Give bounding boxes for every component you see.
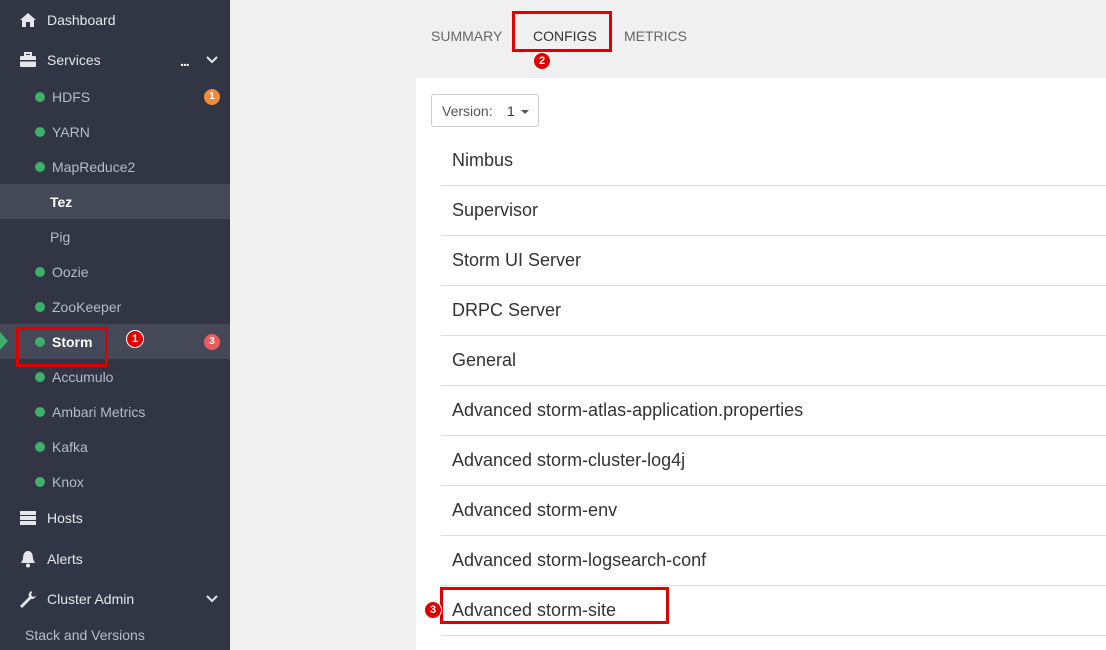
alert-count-badge: 3 [204, 333, 220, 350]
config-section-row[interactable]: General [441, 336, 1106, 386]
service-label: Knox [52, 473, 84, 490]
nav-cluster-admin-label: Cluster Admin [47, 591, 135, 607]
nav-dashboard-label: Dashboard [47, 12, 116, 28]
configs-panel: Version: 1 Nimbus Supervisor Storm UI Se… [416, 78, 1106, 650]
nav-services-label: Services [47, 52, 101, 68]
service-label: Oozie [52, 263, 89, 280]
nav-cluster-admin[interactable]: Cluster Admin [0, 579, 230, 619]
status-ok-icon [35, 441, 45, 452]
annotation-marker-2: 2 [533, 52, 551, 70]
version-label: Version: [442, 102, 493, 119]
service-tez[interactable]: Tez [0, 184, 230, 219]
tab-metrics[interactable]: METRICS [624, 28, 687, 44]
caret-down-icon [521, 110, 529, 114]
status-ok-icon [35, 476, 45, 487]
tab-summary[interactable]: SUMMARY [431, 28, 502, 44]
chevron-down-icon[interactable] [204, 52, 220, 68]
nav-hosts[interactable]: Hosts [0, 498, 230, 538]
wrench-icon [19, 590, 37, 608]
service-label: HDFS [52, 88, 91, 105]
config-section-row[interactable]: Storm UI Server [441, 236, 1106, 286]
nav-alerts-label: Alerts [47, 551, 83, 567]
service-kafka[interactable]: Kafka [0, 429, 230, 464]
service-tabs: SUMMARY CONFIGS METRICS 2 [416, 0, 1106, 78]
service-zookeeper[interactable]: ZooKeeper [0, 289, 230, 324]
config-section-row[interactable]: Nimbus [441, 136, 1106, 186]
service-hdfs[interactable]: HDFS 1 [0, 79, 230, 114]
service-oozie[interactable]: Oozie [0, 254, 230, 289]
version-value: 1 [507, 102, 515, 119]
status-ok-icon [35, 91, 45, 102]
service-knox[interactable]: Knox [0, 464, 230, 499]
bell-icon [19, 550, 37, 568]
status-ok-icon [35, 266, 45, 277]
nav-stack-versions[interactable]: Stack and Versions [25, 627, 145, 643]
service-label: Accumulo [52, 368, 114, 385]
annotation-box-3 [440, 587, 669, 624]
nav-services[interactable]: Services ... [0, 40, 230, 80]
more-actions-icon[interactable]: ... [180, 54, 190, 68]
status-ok-icon [35, 301, 45, 312]
status-ok-icon [35, 406, 45, 417]
config-section-row[interactable]: Advanced storm-env [441, 486, 1106, 536]
annotation-box-1 [16, 327, 108, 367]
briefcase-icon [19, 51, 37, 69]
config-section-row[interactable]: DRPC Server [441, 286, 1106, 336]
service-label: Tez [50, 193, 73, 210]
sidebar: Dashboard Services ... HDFS 1 YARN MapRe… [0, 0, 230, 650]
config-section-list: Nimbus Supervisor Storm UI Server DRPC S… [441, 136, 1106, 636]
service-mapreduce2[interactable]: MapReduce2 [0, 149, 230, 184]
nav-dashboard[interactable]: Dashboard [0, 0, 230, 40]
nav-hosts-label: Hosts [47, 510, 83, 526]
service-label: MapReduce2 [52, 158, 136, 175]
annotation-marker-3: 3 [424, 601, 442, 619]
service-label: Kafka [52, 438, 88, 455]
status-ok-icon [35, 161, 45, 172]
service-label: Pig [50, 228, 71, 245]
status-ok-icon [35, 126, 45, 137]
config-section-row[interactable]: Advanced storm-logsearch-conf [441, 536, 1106, 586]
service-label: Ambari Metrics [52, 403, 146, 420]
nav-alerts[interactable]: Alerts [0, 539, 230, 579]
annotation-marker-1: 1 [126, 330, 144, 348]
annotation-box-2 [512, 11, 612, 52]
service-ambari-metrics[interactable]: Ambari Metrics [0, 394, 230, 429]
config-section-row[interactable]: Advanced storm-atlas-application.propert… [441, 386, 1106, 436]
version-dropdown[interactable]: Version: 1 [431, 94, 539, 127]
service-label: YARN [52, 123, 90, 140]
config-section-row[interactable]: Advanced storm-cluster-log4j [441, 436, 1106, 486]
service-label: ZooKeeper [52, 298, 122, 315]
alert-count-badge: 1 [204, 88, 220, 105]
service-yarn[interactable]: YARN [0, 114, 230, 149]
home-icon [19, 11, 37, 29]
chevron-down-icon[interactable] [204, 591, 220, 607]
selected-indicator [0, 332, 8, 350]
server-icon [19, 509, 37, 527]
status-ok-icon [35, 371, 45, 382]
config-section-row[interactable]: Supervisor [441, 186, 1106, 236]
service-pig[interactable]: Pig [0, 219, 230, 254]
